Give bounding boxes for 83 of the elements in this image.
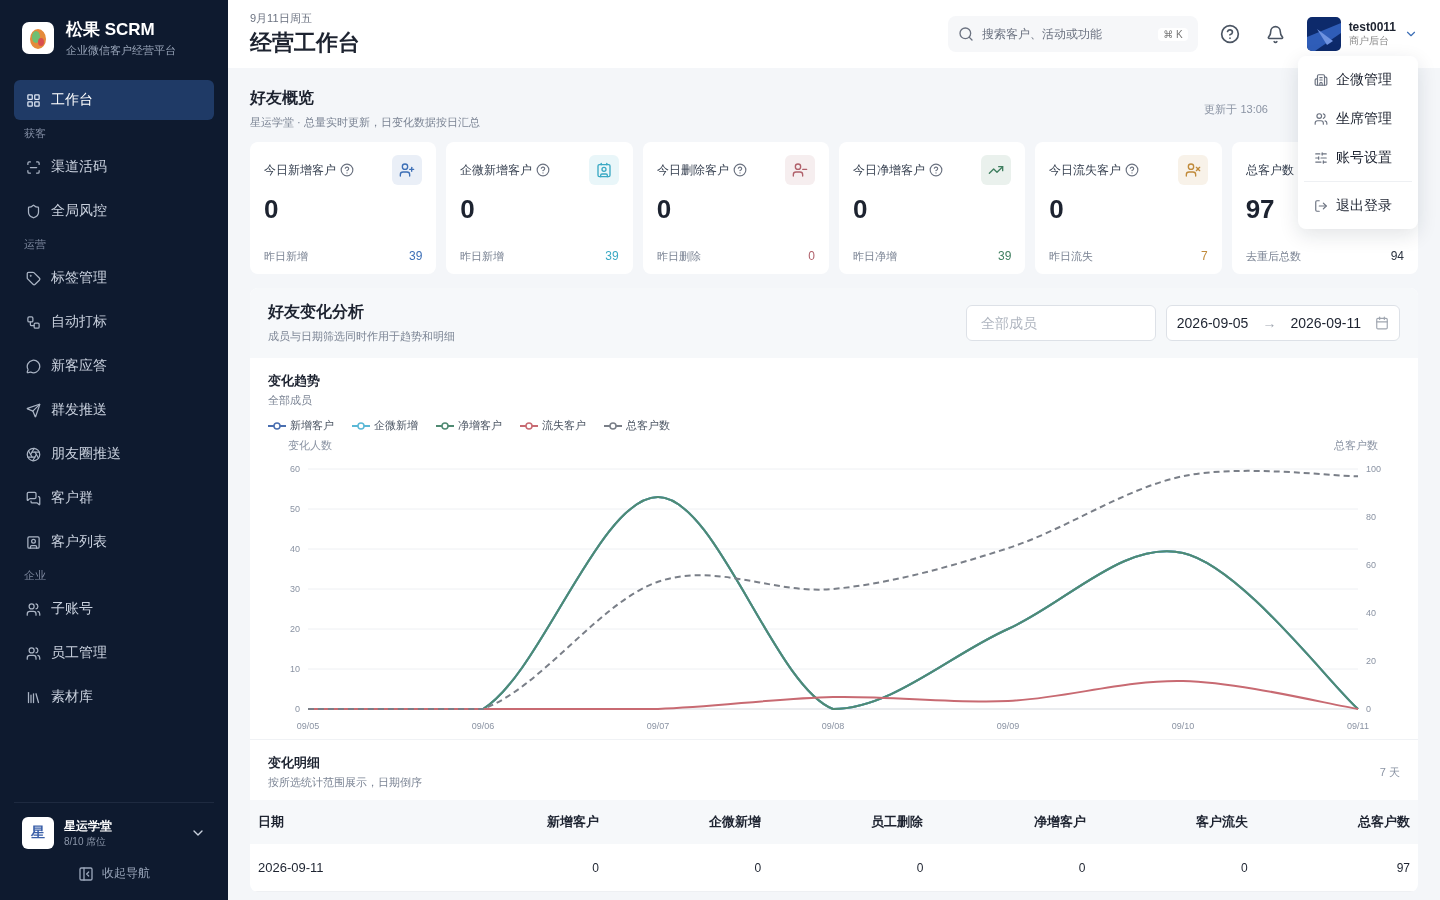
stat-footnote: 昨日新增 xyxy=(264,249,308,264)
brand-name: 松果 SCRM xyxy=(66,19,156,41)
table-cell: 0 xyxy=(444,844,607,892)
tick-label: 09/09 xyxy=(996,721,1020,731)
tick-label: 40 xyxy=(1366,608,1376,618)
tick-label: 09/10 xyxy=(1171,721,1195,731)
table-title: 变化明细 xyxy=(268,754,321,772)
nav-group-label: 企业 xyxy=(23,568,47,583)
tick-label: 100 xyxy=(1366,464,1382,474)
stat-title: 今日删除客户 xyxy=(656,161,729,179)
tick-label: 0 xyxy=(1366,704,1371,714)
tick-label: 20 xyxy=(1366,656,1376,666)
column-header: 日期 xyxy=(250,800,445,844)
update-time: 更新于 13:06 xyxy=(1204,101,1268,117)
section-title: 好友变化分析 xyxy=(268,302,365,322)
tick-label: 09/06 xyxy=(471,721,495,731)
tick-label: 50 xyxy=(290,504,300,514)
page-title: 经营工作台 xyxy=(250,28,360,57)
column-header: 净增客户 xyxy=(931,800,1094,844)
stat-value: 0 xyxy=(460,194,475,225)
stat-title: 企微新增客户 xyxy=(460,161,533,179)
user-role: 商户后台 xyxy=(1348,34,1390,48)
stat-footnote: 昨日流失 xyxy=(1049,249,1094,264)
org-badge: 星 xyxy=(22,817,54,849)
column-header: 总客户数 xyxy=(1255,800,1418,844)
stat-footnote-value: 94 xyxy=(1390,249,1404,264)
stat-footnote-value: 7 xyxy=(1200,249,1208,264)
stat-title: 今日净增客户 xyxy=(853,161,925,179)
section-subtitle: 成员与日期筛选同时作用于趋势和明细 xyxy=(268,329,455,344)
user-name: test0011 xyxy=(1348,20,1396,34)
tick-label: 09/05 xyxy=(296,721,320,731)
nav-group-label: 获客 xyxy=(23,126,47,141)
tick-label: 0 xyxy=(295,704,300,714)
column-header: 企微新增 xyxy=(606,800,770,844)
tick-label: 60 xyxy=(1366,560,1376,570)
stat-value: 0 xyxy=(264,194,279,225)
stat-footnote: 昨日净增 xyxy=(853,249,897,264)
seat-count: 8/10 席位 xyxy=(64,834,108,849)
stat-footnote: 昨日删除 xyxy=(656,249,701,264)
table-cell: 0 xyxy=(931,844,1094,892)
stat-footnote-value: 39 xyxy=(605,249,619,264)
table-cell: 0 xyxy=(606,844,770,892)
column-header: 员工删除 xyxy=(769,800,932,844)
table-cell: 2026-09-11 xyxy=(250,844,445,892)
tick-label: 09/08 xyxy=(821,721,845,731)
stat-footnote: 去重后总数 xyxy=(1245,249,1301,264)
tick-label: 10 xyxy=(290,664,300,674)
stat-title: 今日新增客户 xyxy=(264,161,336,179)
tick-label: 40 xyxy=(290,544,300,554)
org-name: 星运学堂 xyxy=(64,817,112,835)
nav-group-label: 运营 xyxy=(23,237,47,252)
tick-label: 09/11 xyxy=(1347,721,1369,731)
stat-value: 0 xyxy=(853,194,868,225)
date-label: 9月11日周五 xyxy=(250,10,313,26)
column-header: 客户流失 xyxy=(1093,800,1256,844)
table-cell: 0 xyxy=(769,844,932,892)
section-title: 好友概览 xyxy=(250,88,315,108)
column-header: 新增客户 xyxy=(444,800,607,844)
table-subtitle: 按所选统计范围展示，日期倒序 xyxy=(268,775,422,790)
tick-label: 60 xyxy=(290,464,300,474)
section-subtitle: 星运学堂 · 总量实时更新，日变化数据按日汇总 xyxy=(250,115,480,130)
stat-title: 今日流失客户 xyxy=(1049,161,1122,179)
stat-footnote-value: 39 xyxy=(997,249,1012,264)
stat-value: 97 xyxy=(1245,194,1275,225)
chart-subtitle: 全部成员 xyxy=(268,393,313,408)
shortcut-hint: ⌘ K xyxy=(1158,27,1188,41)
range-label: 7 天 xyxy=(1379,764,1400,780)
table-cell: 0 xyxy=(1093,844,1256,892)
stat-value: 0 xyxy=(656,194,672,225)
tick-label: 30 xyxy=(290,584,300,594)
chart-title: 变化趋势 xyxy=(268,372,321,390)
tick-label: 80 xyxy=(1366,512,1376,522)
tick-label: 20 xyxy=(290,624,300,634)
stat-value: 0 xyxy=(1049,194,1064,225)
tick-label: 09/07 xyxy=(646,721,670,731)
stat-title: 总客户数 xyxy=(1245,161,1294,179)
stat-footnote-value: 0 xyxy=(808,249,815,264)
brand-tagline: 企业微信客户经营平台 xyxy=(66,43,176,58)
axis-title: 总客户数 xyxy=(1334,439,1378,451)
stat-footnote: 昨日新增 xyxy=(460,249,505,264)
axis-title: 变化人数 xyxy=(288,439,332,451)
stat-footnote-value: 39 xyxy=(408,249,423,264)
table-cell: 97 xyxy=(1255,844,1418,892)
